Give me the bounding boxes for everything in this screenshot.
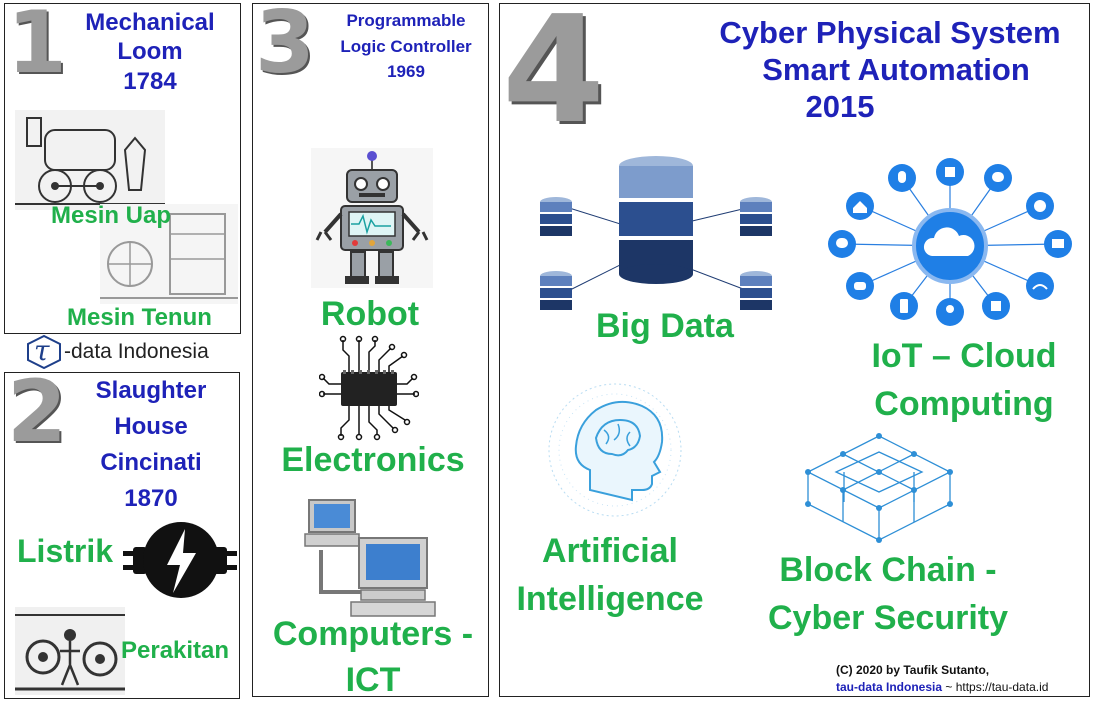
era-2-title: Slaughter House Cincinati 1870	[63, 373, 239, 517]
era-1-title: Mechanical Loom 1784	[65, 8, 235, 96]
era-3-title-line: Programmable	[346, 11, 466, 30]
era-number-3: 3	[255, 3, 315, 93]
computer-icon	[304, 499, 436, 617]
copyright-footer: (C) 2020 by Taufik Sutanto, tau-data Ind…	[836, 662, 1089, 696]
label-computers-line: Computers -	[272, 615, 474, 653]
label-blockchain-line: Block Chain -	[779, 551, 997, 589]
label-ai: Artificial Intelligence	[510, 528, 710, 623]
panel-mechanical-loom: 1 Mechanical Loom 1784 Mesin Uap Mesin T…	[4, 3, 241, 334]
era-2-title-line: 1870	[124, 485, 178, 512]
tau-data-link[interactable]: tau-data Indonesia	[836, 680, 942, 694]
label-iot-line: IoT – Cloud	[871, 337, 1057, 375]
era-4-title-line: 2015	[805, 89, 875, 125]
era-2-title-line: Cincinati	[100, 449, 202, 476]
label-cyber-security-line: Cyber Security	[768, 599, 1008, 638]
label-big-data: Big Data	[596, 307, 734, 345]
era-number-4: 4	[502, 3, 605, 156]
ai-head-icon	[548, 383, 682, 517]
era-1-title-line: Mechanical	[85, 9, 215, 36]
era-3-title: Programmable Logic Controller 1969	[325, 8, 487, 85]
label-electronics: Electronics	[281, 441, 465, 479]
era-4-title-line: Cyber Physical System	[719, 15, 1061, 50]
cloud-network-icon	[828, 158, 1072, 326]
label-intelligence-line: Intelligence	[516, 579, 704, 618]
era-3-title-line: 1969	[387, 62, 425, 81]
chip-icon	[319, 335, 419, 441]
era-2-title-line: House	[114, 413, 188, 440]
label-mesin-uap: Mesin Uap	[51, 202, 172, 229]
tau-glyph: τ	[34, 334, 50, 367]
era-4-title-line: Smart Automation	[762, 52, 1030, 88]
era-number-2: 2	[7, 372, 67, 462]
label-mesin-tenun: Mesin Tenun	[67, 304, 212, 331]
label-computing-line: Computing	[874, 385, 1054, 424]
label-iot-cloud: IoT – Cloud Computing	[854, 332, 1074, 429]
logo-text: -data Indonesia	[64, 340, 209, 363]
robot-icon	[311, 148, 433, 288]
era-number-1: 1	[7, 3, 67, 93]
plug-icon	[123, 522, 237, 598]
era-1-title-line: 1784	[123, 67, 177, 95]
label-artificial-line: Artificial	[541, 532, 679, 570]
copyright-line: (C) 2020 by Taufik Sutanto,	[836, 663, 990, 677]
database-icon	[540, 156, 772, 310]
label-robot: Robot	[320, 295, 420, 333]
label-ict-line: ICT	[345, 660, 401, 697]
label-listrik: Listrik	[17, 533, 114, 569]
copyright-link-line: tau-data Indonesia ~ https://tau-data.id	[836, 679, 1089, 696]
blockchain-icon	[805, 433, 953, 543]
era-2-title-line: Slaughter	[95, 377, 207, 404]
steam-engine-icon	[15, 110, 165, 210]
label-blockchain: Block Chain - Cyber Security	[758, 546, 1018, 643]
assembly-line-icon	[15, 607, 125, 695]
label-perakitan: Perakitan	[121, 637, 230, 664]
label-computers-ict: Computers - ICT	[253, 612, 488, 697]
site-url: ~ https://tau-data.id	[942, 679, 1049, 694]
panel-cyber-physical: 4 Cyber Physical System Smart Automation…	[499, 3, 1090, 697]
panel-plc: 3 Programmable Logic Controller 1969 Rob…	[252, 3, 489, 697]
era-4-title: Cyber Physical System Smart Automation 2…	[690, 14, 1089, 126]
era-1-title-line: Loom	[117, 38, 183, 66]
panel-slaughter-house: 2 Slaughter House Cincinati 1870 Listrik…	[4, 372, 240, 699]
era-3-title-line: Logic Controller	[340, 36, 472, 56]
logo-tau-data: τ -data Indonesia	[26, 333, 241, 371]
